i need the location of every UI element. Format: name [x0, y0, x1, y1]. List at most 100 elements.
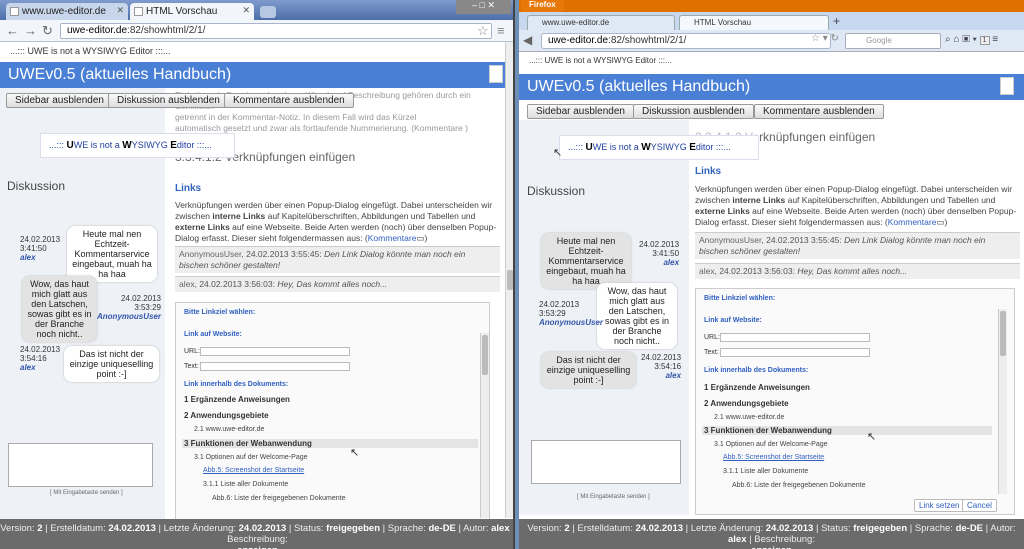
close-window-icon[interactable]: ✕	[487, 0, 495, 10]
addon-icon[interactable]: ▣	[962, 34, 970, 45]
back-icon[interactable]: ←	[6, 23, 19, 38]
footer-label: Erstelldatum:	[577, 523, 633, 534]
page-scrollbar[interactable]	[505, 42, 513, 518]
chat-text: Wow, das haut mich glatt aus den Latsche…	[604, 286, 670, 346]
content-area: 3.3.4.1.2 Verknüpfungen einfügen Links V…	[519, 120, 1024, 515]
hide-comments-button[interactable]: Kommentare ausblenden	[224, 93, 354, 108]
link-dialog: Bitte Linkziel wählen: Link auf Website:…	[175, 302, 490, 519]
dialog-link-item[interactable]: Abb.5: Screenshot der Startseite	[203, 467, 304, 474]
dialog-link-item[interactable]: 1 Ergänzende Anweisungen	[184, 395, 290, 404]
chat-meta: 24.02.2013 3:54:16 alex	[641, 353, 681, 380]
tab-strip: www.uwe-editor.de HTML Vorschau +	[519, 12, 1024, 30]
dialog-link-item[interactable]: 3.1 Optionen auf der Welcome-Page	[194, 454, 308, 461]
chat-input[interactable]	[531, 440, 681, 484]
document-icon[interactable]	[489, 65, 503, 83]
hide-sidebar-button[interactable]: Sidebar ausblenden	[6, 93, 113, 108]
footer-lang: de-DE	[428, 523, 456, 534]
dialog-scrollbar[interactable]	[480, 333, 489, 518]
scroll-thumb[interactable]	[482, 335, 488, 375]
kommentare-link[interactable]: Kommentare	[368, 233, 417, 243]
url-input[interactable]	[200, 347, 350, 356]
dialog-link-item[interactable]: 2.1 www.uwe-editor.de	[194, 426, 264, 433]
favicon-icon	[10, 7, 19, 16]
footer-label: Letzte Änderung:	[163, 523, 236, 534]
tab-html-vorschau[interactable]: HTML Vorschau ✕	[130, 3, 254, 20]
banner-text: ...:::	[568, 142, 586, 152]
minimize-icon[interactable]: –	[472, 0, 477, 10]
chat-date: 24.02.2013	[639, 240, 680, 249]
search-icon[interactable]: ⌕	[945, 34, 951, 45]
chat-bubble: Das ist nicht der einzige uniqueselling …	[541, 352, 636, 388]
dialog-link-item[interactable]: 2 Anwendungsgebiete	[184, 411, 269, 420]
footer-author: alex	[728, 534, 747, 545]
dialog-link-item[interactable]: Abb.6: Liste der freigegebenen Dokumente	[732, 482, 865, 489]
close-tab-icon[interactable]: ✕	[116, 5, 124, 16]
url-label: URL:	[184, 348, 200, 355]
cancel-button[interactable]: Cancel	[962, 499, 997, 512]
footer-label: Status:	[821, 523, 851, 534]
menu-icon[interactable]: ≡	[992, 34, 998, 45]
firefox-titlebar: Firefox	[519, 0, 1024, 12]
dialog-link-item[interactable]: 1 Ergänzende Anweisungen	[704, 383, 810, 392]
text-input[interactable]	[200, 362, 350, 371]
scroll-thumb[interactable]	[1000, 311, 1006, 356]
home-icon[interactable]: ⌂	[953, 34, 959, 45]
back-icon[interactable]: ◀	[523, 33, 532, 47]
toolbar-icons[interactable]: ⌕ ⌂ ▣ ▾ 1 ≡	[945, 34, 998, 45]
chat-meta: 24.02.2013 3:41:50 alex	[20, 235, 60, 262]
section-title: rknüpfungen einfügen	[759, 130, 876, 144]
text-input[interactable]	[720, 348, 870, 357]
description-link[interactable]: anzeigen	[237, 545, 278, 549]
address-bar[interactable]: uwe-editor.de:82/showhtml/2/1/	[60, 23, 492, 39]
dialog-link-item[interactable]: Abb.5: Screenshot der Startseite	[723, 454, 824, 461]
discussion-heading: Diskussion	[7, 179, 66, 193]
dialog-link-item[interactable]: 2.1 www.uwe-editor.de	[714, 414, 784, 421]
kommentare-link[interactable]: Kommentare	[888, 217, 937, 227]
uwe-banner: ...::: UWE is not a WYSIWYG Editor :::..…	[40, 133, 235, 158]
dialog-link-item[interactable]: 3.1.1 Liste aller Dokumente	[723, 468, 808, 475]
notification-badge[interactable]: 1	[979, 36, 990, 45]
maximize-icon[interactable]: □	[480, 0, 485, 10]
set-link-button[interactable]: Link setzen	[914, 499, 965, 512]
dialog-link-item[interactable]: Abb.6: Liste der freigegebenen Dokumente	[212, 495, 345, 502]
chat-input[interactable]	[8, 443, 153, 487]
dialog-link-item[interactable]: 3 Funktionen der Webanwendung	[702, 426, 992, 435]
forward-icon[interactable]: →	[24, 23, 37, 38]
page-footer: Version: 2 | Erstelldatum: 24.02.2013 | …	[0, 519, 513, 549]
address-bar[interactable]: uwe-editor.de:82/showhtml/2/1/	[541, 33, 831, 49]
description-link[interactable]: anzeigen	[751, 545, 792, 549]
url-input[interactable]	[720, 333, 870, 342]
hide-discussion-button[interactable]: Diskussion ausblenden	[633, 104, 754, 119]
search-box[interactable]: Google	[845, 33, 941, 49]
scroll-thumb[interactable]	[507, 270, 513, 290]
new-tab-icon[interactable]: +	[833, 14, 840, 28]
dialog-link-item[interactable]: 3.1 Optionen auf der Welcome-Page	[714, 441, 828, 448]
button-bar: Sidebar ausblenden Diskussion ausblenden…	[0, 92, 513, 110]
bookmark-star-icon[interactable]: ☆ ▾ ↻	[811, 33, 839, 44]
reload-icon[interactable]: ↻	[42, 23, 53, 39]
download-icon[interactable]: ▾	[973, 34, 977, 45]
tab-uwe-editor[interactable]: www.uwe-editor.de ✕	[6, 3, 128, 20]
close-tab-icon[interactable]: ✕	[242, 5, 250, 16]
dialog-link-item[interactable]: 3 Funktionen der Webanwendung	[182, 439, 478, 448]
tab-uwe-editor[interactable]: www.uwe-editor.de	[527, 15, 675, 30]
hide-discussion-button[interactable]: Diskussion ausblenden	[108, 93, 229, 108]
dialog-link-item[interactable]: 3.1.1 Liste aller Dokumente	[203, 481, 288, 488]
tab-html-vorschau[interactable]: HTML Vorschau	[679, 15, 829, 30]
menu-icon[interactable]: ≡	[497, 23, 505, 38]
footer-label: Version:	[0, 523, 35, 534]
website-heading: Link auf Website:	[184, 331, 242, 338]
footer-status: freigegeben	[853, 523, 908, 534]
dialog-scrollbar[interactable]	[998, 309, 1007, 494]
sidebar: Diskussion Heute mal nen Echtzeit-Kommen…	[519, 120, 689, 515]
firefox-menu-button[interactable]: Firefox	[521, 0, 564, 12]
dialog-link-item[interactable]: 2 Anwendungsgebiete	[704, 399, 789, 408]
bookmark-star-icon[interactable]: ☆	[477, 23, 489, 39]
hide-comments-button[interactable]: Kommentare ausblenden	[754, 104, 884, 119]
document-icon[interactable]	[1000, 77, 1014, 95]
new-tab-button[interactable]	[260, 6, 276, 18]
mouse-cursor-icon: ↖	[553, 147, 563, 159]
window-controls[interactable]: – □ ✕	[456, 0, 511, 14]
hide-sidebar-button[interactable]: Sidebar ausblenden	[527, 104, 634, 119]
comment-user: alex	[699, 266, 715, 276]
